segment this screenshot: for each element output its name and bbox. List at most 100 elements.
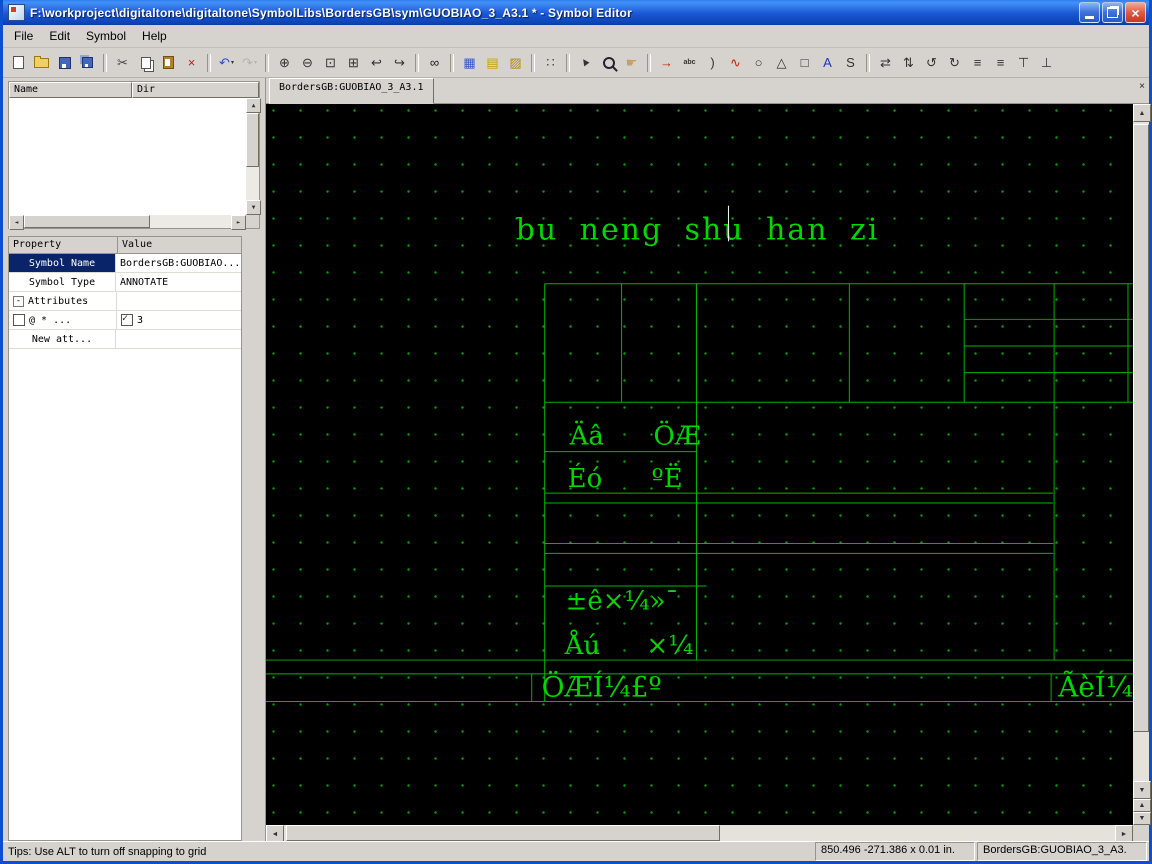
tab-strip-close-icon[interactable]: × [1139,82,1145,92]
editor-column: BordersGB:GUOBIAO_3_A3.1 × bu neng shu h… [265,78,1151,843]
scrollbar-thumb[interactable] [286,825,721,841]
pan-button[interactable]: ☛ [620,52,643,74]
net-label-button[interactable]: S [839,52,862,74]
add-pin-button[interactable]: → [655,52,678,74]
property-name-cell[interactable]: Symbol Type [9,273,116,291]
property-name-cell[interactable]: Symbol Name [9,254,116,272]
scroll-down-icon[interactable]: ▼ [1133,781,1151,799]
curve-button[interactable]: ∿ [724,52,747,74]
align-top-button[interactable]: ⊤ [1012,52,1035,74]
zoom-tool-button[interactable] [597,52,620,74]
scrollbar-track[interactable] [1133,122,1149,781]
property-value-cell[interactable] [117,292,241,310]
menu-help[interactable]: Help [134,26,175,46]
scroll-up-icon[interactable]: ▲ [1133,104,1151,122]
property-name-cell[interactable]: - Attributes [9,292,117,310]
scrollbar-track[interactable] [246,113,259,200]
property-row-attributes[interactable]: - Attributes [9,292,241,311]
flip-vertical-button[interactable]: ⇅ [897,52,920,74]
tab-guobiao-3-a3[interactable]: BordersGB:GUOBIAO_3_A3.1 [269,78,434,104]
attribute-checkbox[interactable] [13,314,25,326]
canvas-vertical-scrollbar[interactable]: ▲ ▼ ▲ ▼ [1133,104,1151,825]
cut-button[interactable]: ✂ [111,52,134,74]
property-name-cell[interactable]: New att... [9,330,116,348]
restore-button[interactable] [1102,2,1123,23]
rotate-cw-button[interactable]: ↻ [943,52,966,74]
zoom-in-button[interactable]: ⊕ [273,52,296,74]
column-header-name[interactable]: Name [9,82,132,98]
scroll-page-down-icon[interactable]: ▼ [1133,812,1151,825]
palette-button[interactable]: ▤ [481,52,504,74]
scroll-left-icon[interactable]: ◄ [9,215,24,230]
browser-horizontal-scrollbar[interactable]: ◄ ► [9,215,246,230]
property-value-cell[interactable] [116,330,241,348]
grid-toggle-button[interactable]: ∷ [539,52,562,74]
property-value-cell[interactable]: BordersGB:GUOBIAO... [116,254,241,272]
title-bar[interactable]: F:\workproject\digitaltone\digitaltone\S… [3,0,1149,25]
minimize-button[interactable] [1079,2,1100,23]
scrollbar-corner [1133,825,1149,841]
align-bottom-button[interactable]: ⊥ [1035,52,1058,74]
zoom-next-button[interactable]: ↪ [388,52,411,74]
zoom-window-button[interactable]: ⊡ [319,52,342,74]
menu-symbol[interactable]: Symbol [78,26,134,46]
schematic-canvas[interactable]: bu neng shu han zi Äâ ÖÆ Éó ºË ±ê×¼»¯ Åú ×¼ ÖÆÍ¼… [266,104,1133,825]
menu-file[interactable]: File [6,26,41,46]
align-right-button[interactable]: ≡ [989,52,1012,74]
arc-button[interactable]: ) [701,52,724,74]
save-button[interactable] [53,52,76,74]
circle-button[interactable]: ○ [747,52,770,74]
symbol-list[interactable] [9,98,246,215]
canvas-horizontal-scrollbar[interactable]: ◄ ► [266,825,1133,843]
canvas-text: ÖÆÍ¼£º [542,670,662,704]
open-button[interactable] [30,52,53,74]
attribute-visible-checkbox[interactable] [121,313,133,326]
menu-edit[interactable]: Edit [41,26,78,46]
delete-button[interactable]: × [180,52,203,74]
restore-icon [1107,7,1118,18]
sheet-settings-button[interactable]: ▨ [504,52,527,74]
flip-horizontal-button[interactable]: ⇄ [874,52,897,74]
property-name-cell[interactable]: @ * ... [9,311,117,329]
zoom-out-button[interactable]: ⊖ [296,52,319,74]
property-row-symbol-type[interactable]: Symbol Type ANNOTATE [9,273,241,292]
save-all-button[interactable] [76,52,99,74]
property-row-symbol-name[interactable]: Symbol Name BordersGB:GUOBIAO... [9,254,241,273]
app-icon[interactable] [8,4,25,21]
collapse-icon[interactable]: - [13,295,24,307]
design-browser-button[interactable]: ▦ [458,52,481,74]
redo-button[interactable]: ↷ ▾ [238,52,261,74]
close-button[interactable]: × [1125,2,1146,23]
polygon-button[interactable]: △ [770,52,793,74]
copy-button[interactable] [134,52,157,74]
scrollbar-thumb[interactable] [246,113,259,168]
property-row-new-attribute[interactable]: New att... [9,330,241,349]
scrollbar-thumb[interactable] [24,215,151,228]
property-value-cell[interactable]: ANNOTATE [116,273,241,291]
scrollbar-track[interactable] [24,215,231,228]
scroll-down-icon[interactable]: ▼ [246,200,261,215]
undo-icon: ↶ [219,55,230,70]
attribute-text-button[interactable]: abc [678,52,701,74]
rectangle-button[interactable]: □ [793,52,816,74]
scroll-up-icon[interactable]: ▲ [246,98,261,113]
find-button[interactable]: ∞ [423,52,446,74]
scrollbar-track[interactable] [284,825,1115,841]
column-header-dir[interactable]: Dir [132,82,259,98]
browser-vertical-scrollbar[interactable]: ▲ ▼ [246,98,261,215]
scroll-page-up-icon[interactable]: ▲ [1133,799,1151,812]
align-left-button[interactable]: ≡ [966,52,989,74]
select-button[interactable]: ▲ [574,52,597,74]
property-row-attribute-item[interactable]: @ * ... 3 [9,311,241,330]
property-value-cell[interactable]: 3 [117,311,241,329]
rotate-ccw-button[interactable]: ↺ [920,52,943,74]
text-button[interactable]: A [816,52,839,74]
paste-button[interactable] [157,52,180,74]
scroll-right-icon[interactable]: ► [231,215,246,230]
zoom-next-icon: ↪ [394,55,405,70]
scrollbar-thumb[interactable] [1133,124,1149,733]
undo-button[interactable]: ↶ ▾ [215,52,238,74]
new-button[interactable] [7,52,30,74]
zoom-fit-button[interactable]: ⊞ [342,52,365,74]
zoom-previous-button[interactable]: ↩ [365,52,388,74]
